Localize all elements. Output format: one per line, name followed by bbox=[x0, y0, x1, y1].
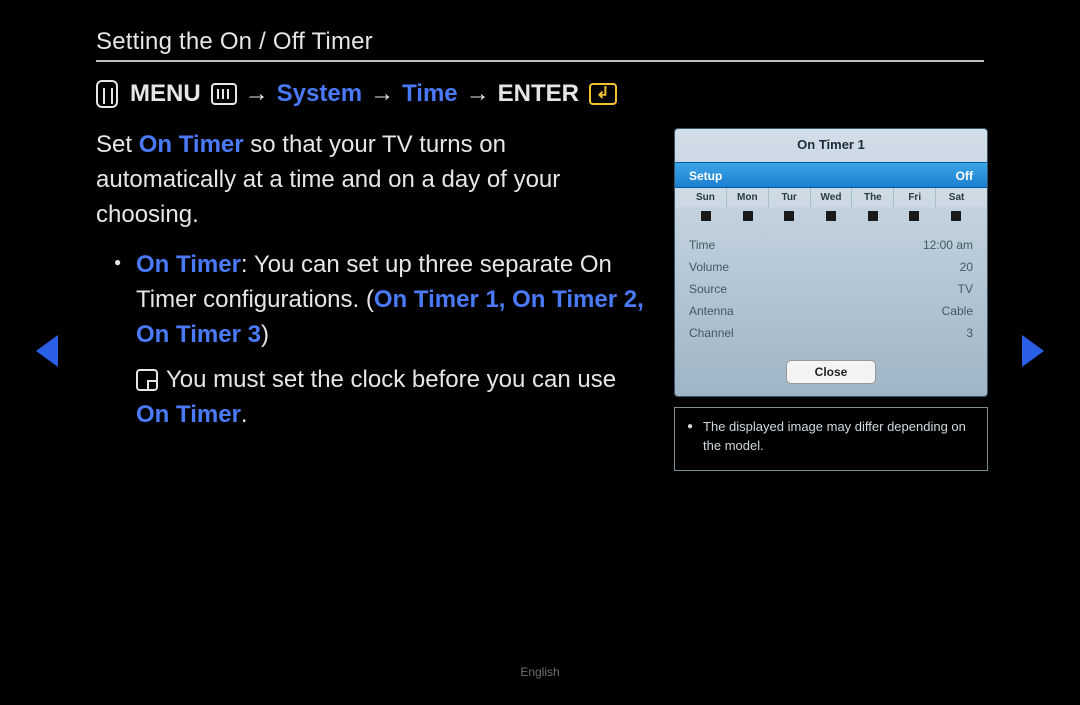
bullet-label: On Timer bbox=[136, 251, 241, 278]
row-label: Channel bbox=[689, 326, 734, 340]
body-text: Set On Timer so that your TV turns on au… bbox=[96, 128, 644, 471]
enter-icon bbox=[589, 83, 617, 105]
dialog-title: On Timer 1 bbox=[675, 129, 987, 162]
intro-pre: Set bbox=[96, 131, 139, 158]
intro-on-timer: On Timer bbox=[139, 131, 244, 158]
row-label: Time bbox=[689, 238, 715, 252]
bullet-icon: ● bbox=[687, 418, 693, 456]
check-icon bbox=[784, 211, 794, 221]
language-footer: English bbox=[0, 665, 1080, 679]
day-check[interactable] bbox=[894, 207, 936, 224]
page-title: Setting the On / Off Timer bbox=[96, 28, 984, 62]
row-value: TV bbox=[958, 282, 973, 296]
row-volume[interactable]: Volume 20 bbox=[689, 256, 973, 278]
bullet-on-timer: On Timer: You can set up three separate … bbox=[114, 248, 644, 352]
row-antenna[interactable]: Antenna Cable bbox=[689, 300, 973, 322]
row-channel[interactable]: Channel 3 bbox=[689, 322, 973, 344]
check-icon bbox=[909, 211, 919, 221]
note-pre: You must set the clock before you can us… bbox=[166, 366, 616, 393]
row-source[interactable]: Source TV bbox=[689, 278, 973, 300]
path-time: Time bbox=[402, 80, 458, 108]
day-header: Tur bbox=[769, 188, 811, 207]
arrow-icon: → bbox=[245, 80, 269, 108]
close-button[interactable]: Close bbox=[786, 360, 876, 384]
check-icon bbox=[826, 211, 836, 221]
row-time[interactable]: Time 12:00 am bbox=[689, 234, 973, 256]
prev-page-arrow[interactable] bbox=[36, 335, 58, 367]
enter-label: ENTER bbox=[498, 80, 579, 108]
check-icon bbox=[701, 211, 711, 221]
day-check[interactable] bbox=[852, 207, 894, 224]
intro-paragraph: Set On Timer so that your TV turns on au… bbox=[96, 128, 644, 232]
dialog-rows: Time 12:00 am Volume 20 Source TV Antenna Ca… bbox=[675, 230, 987, 354]
day-check[interactable] bbox=[768, 207, 810, 224]
menu-path: MENU → System → Time → ENTER bbox=[96, 80, 984, 108]
caption-text: The displayed image may differ depending… bbox=[703, 418, 975, 456]
next-page-arrow[interactable] bbox=[1022, 335, 1044, 367]
day-header: Fri bbox=[894, 188, 936, 207]
arrow-icon: → bbox=[466, 80, 490, 108]
day-header: Sun bbox=[685, 188, 727, 207]
row-label: Antenna bbox=[689, 304, 734, 318]
day-header: Sat bbox=[936, 188, 977, 207]
note-on-timer: On Timer bbox=[136, 401, 241, 428]
row-value: 3 bbox=[966, 326, 973, 340]
check-icon bbox=[951, 211, 961, 221]
path-system: System bbox=[277, 80, 362, 108]
day-check[interactable] bbox=[685, 207, 727, 224]
day-header: Mon bbox=[727, 188, 769, 207]
row-label: Source bbox=[689, 282, 727, 296]
row-label: Volume bbox=[689, 260, 729, 274]
day-header: Wed bbox=[811, 188, 853, 207]
day-check[interactable] bbox=[935, 207, 977, 224]
days-checks bbox=[675, 207, 987, 230]
day-check[interactable] bbox=[727, 207, 769, 224]
setup-row[interactable]: Setup Off bbox=[675, 162, 987, 188]
osd-icon bbox=[96, 80, 118, 108]
bullet-text-b: ) bbox=[261, 321, 269, 348]
row-value: 12:00 am bbox=[923, 238, 973, 252]
note-post: . bbox=[241, 401, 248, 428]
check-icon bbox=[743, 211, 753, 221]
menu-grid-icon bbox=[211, 83, 237, 105]
day-header: The bbox=[852, 188, 894, 207]
check-icon bbox=[868, 211, 878, 221]
setup-value: Off bbox=[956, 163, 973, 187]
on-timer-dialog: On Timer 1 Setup Off Sun Mon Tur Wed The… bbox=[674, 128, 988, 397]
menu-label: MENU bbox=[130, 80, 201, 108]
row-value: 20 bbox=[960, 260, 973, 274]
row-value: Cable bbox=[942, 304, 973, 318]
note-line: You must set the clock before you can us… bbox=[114, 363, 644, 433]
setup-label: Setup bbox=[689, 163, 722, 187]
image-caption: ● The displayed image may differ dependi… bbox=[674, 407, 988, 471]
days-header: Sun Mon Tur Wed The Fri Sat bbox=[675, 188, 987, 207]
day-check[interactable] bbox=[810, 207, 852, 224]
note-icon bbox=[136, 369, 158, 391]
arrow-icon: → bbox=[370, 80, 394, 108]
